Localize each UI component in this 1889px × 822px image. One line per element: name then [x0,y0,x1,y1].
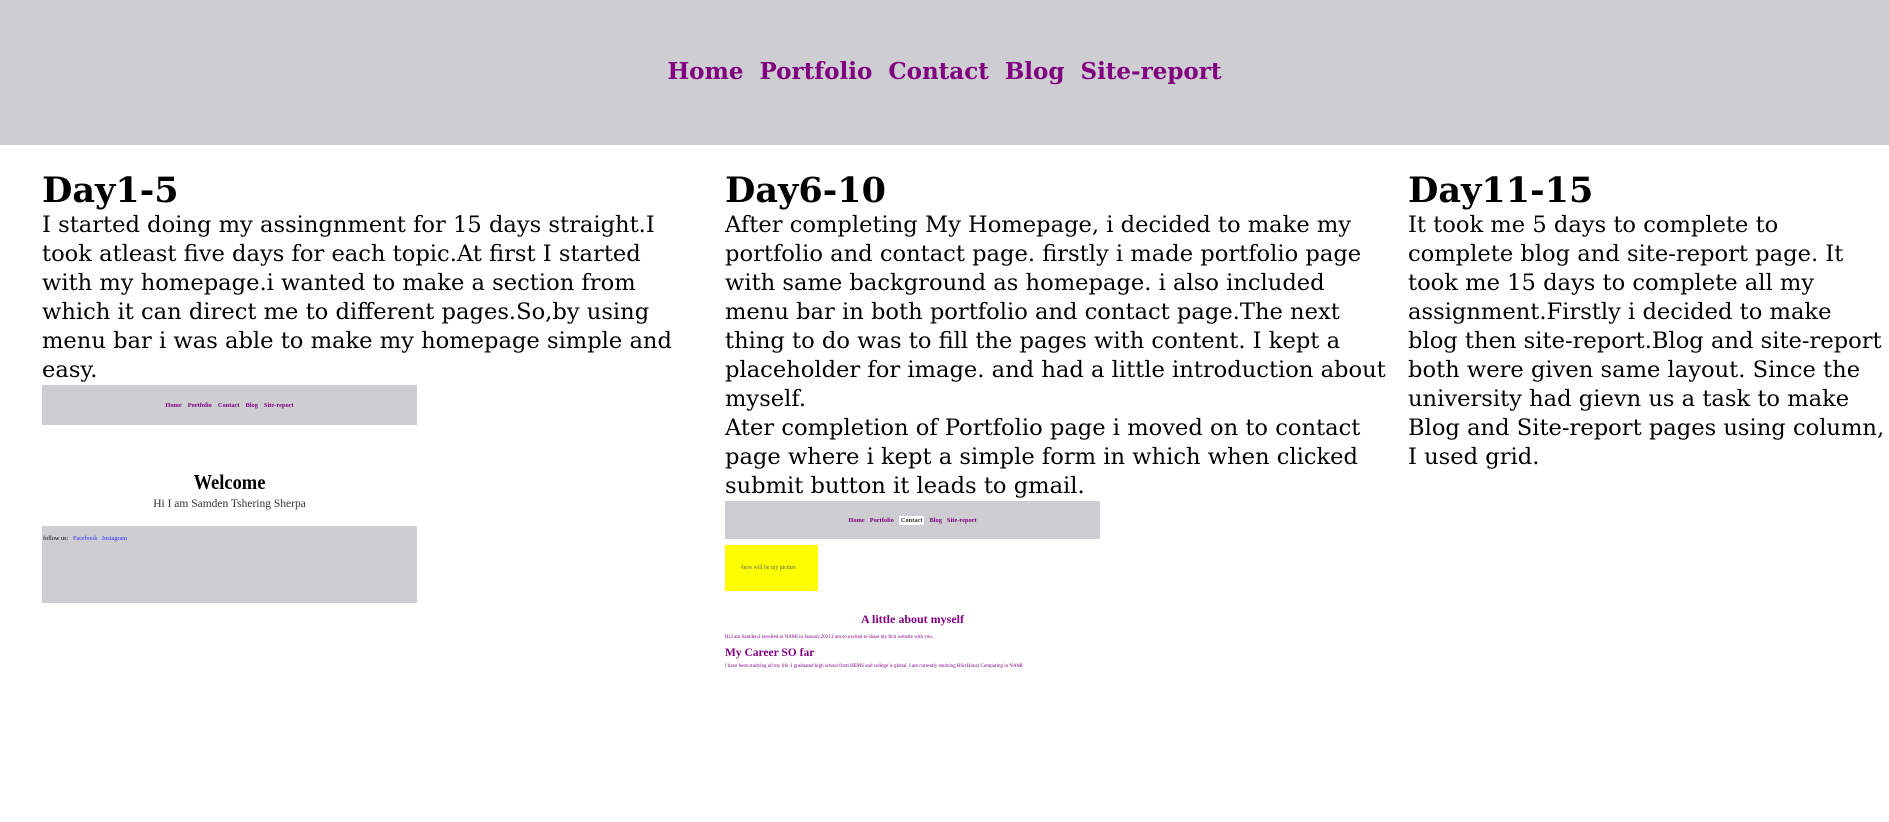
nav-site-report-link[interactable]: Site-report [1080,58,1221,85]
column-text: I started doing my assingnment for 15 da… [42,212,672,383]
thumb-nav-site-report: Site-report [946,516,977,524]
thumb-nav-portfolio: Portfolio [869,516,894,524]
thumb-nav-home: Home [848,516,865,524]
column-day6-10: Day6-10 After completing My Homepage, i … [683,145,1386,676]
thumb-nav-contact: Contact [217,401,240,409]
nav-blog-link[interactable]: Blog [1005,58,1065,85]
nav-contact-link[interactable]: Contact [888,58,989,85]
thumb-nav-blog: Blog [245,401,258,409]
thumb-about-heading: A little about myself [861,612,964,626]
homepage-screenshot: Home Portfolio Contact Blog Site-report … [42,385,417,603]
site-header: Home Portfolio Contact Blog Site-report [0,0,1889,145]
column-title: Day6-10 [725,170,886,211]
thumb-nav-home: Home [165,401,182,409]
thumb-nav-portfolio: Portfolio [187,401,212,409]
thumb-nav-site-report: Site-report [263,401,294,409]
column-title: Day1-5 [42,170,179,211]
thumb-instagram-link: Instagram [102,535,128,542]
column-text: After completing My Homepage, i decided … [725,212,1386,412]
thumb-welcome-subtitle: Hi I am Samden Tshering Sherpa [153,498,306,510]
main-nav: Home Portfolio Contact Blog Site-report [667,58,1221,85]
column-title: Day11-15 [1408,170,1594,211]
column-day1-5: Day1-5 I started doing my assingnment fo… [0,145,683,676]
thumb-image-placeholder: ▫ here will be my picture [725,545,818,591]
thumb-career-text: I have been studying all my life. I grad… [725,664,1023,669]
portfolio-screenshot: Home Portfolio Contact Blog Site-report … [725,501,1100,676]
column-text: It took me 5 days to complete to complet… [1408,212,1885,470]
nav-home-link[interactable]: Home [667,58,743,85]
thumb-nav-bar: Home Portfolio Contact Blog Site-report [725,501,1100,539]
thumb-footer: follow us: Facebook Instagram [42,526,417,603]
thumb-image-alt: here will be my picture [742,565,796,571]
column-day11-15: Day11-15 It took me 5 days to complete t… [1366,145,1889,676]
nav-portfolio-link[interactable]: Portfolio [760,58,873,85]
thumb-facebook-link: Facebook [72,535,98,542]
thumb-nav-bar: Home Portfolio Contact Blog Site-report [42,385,417,425]
blog-grid: Day1-5 I started doing my assingnment fo… [0,145,1889,676]
thumb-welcome-heading: Welcome [193,470,266,494]
thumb-about-text: Hi,I am Samden,I enrolled in NAMI in Jan… [725,635,933,640]
thumb-nav-blog: Blog [929,516,942,524]
thumb-nav-contact: Contact [898,515,925,525]
thumb-follow-label: follow us: [43,535,69,542]
thumb-career-heading: My Career SO far [725,647,815,659]
column-text-2: Ater completion of Portfolio page i move… [725,415,1361,499]
